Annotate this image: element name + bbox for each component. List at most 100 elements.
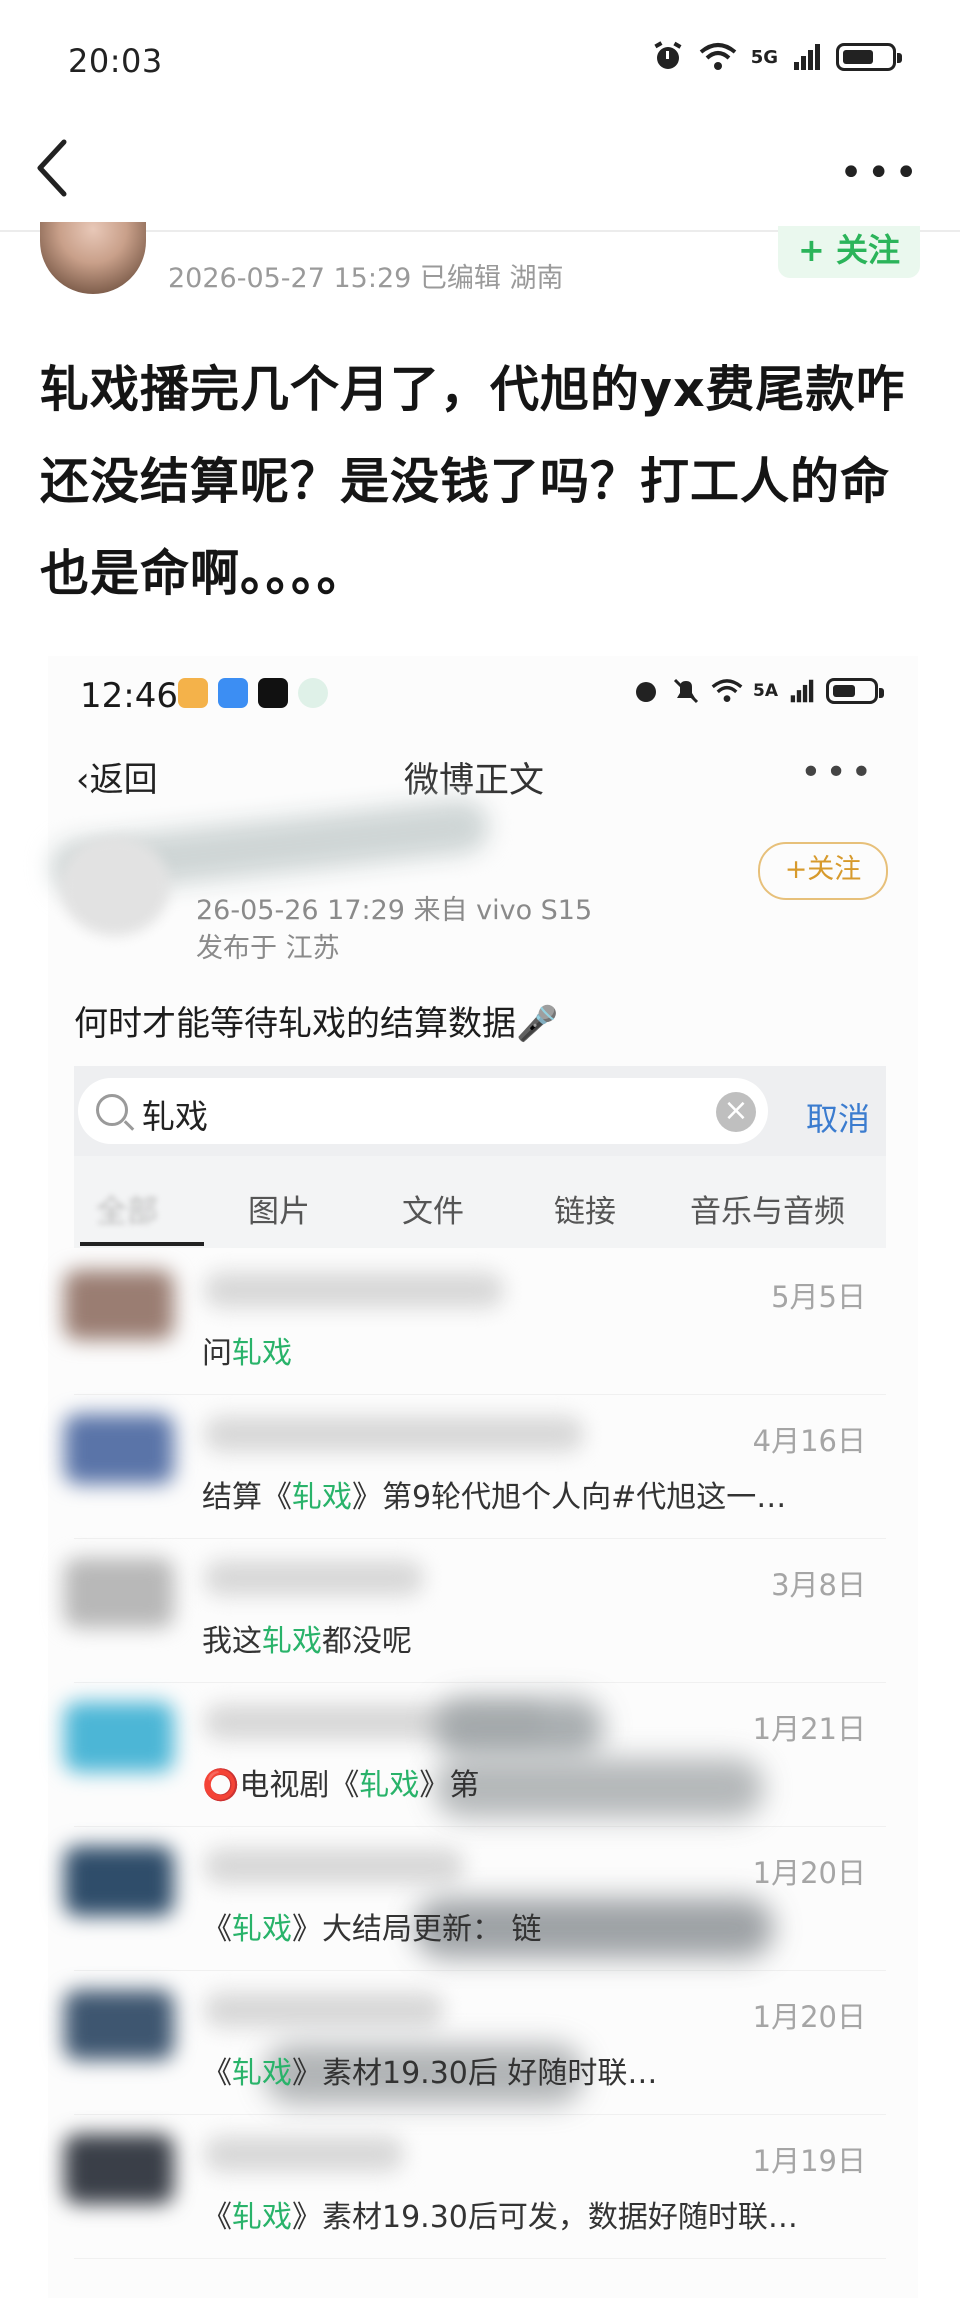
active-tab-indicator: [80, 1242, 204, 1246]
weibo-app-icon: [178, 678, 208, 708]
blur-smudge: [434, 1758, 764, 1818]
clear-icon[interactable]: ×: [716, 1092, 756, 1132]
chevron-left-icon: ‹: [76, 760, 90, 800]
result-text: 结算《轧戏》第9轮代旭个人向#代旭这一…: [202, 1472, 786, 1516]
battery-icon: [836, 43, 902, 71]
result-suffix: 都没呢: [322, 1624, 412, 1659]
result-keyword: 轧戏: [359, 1768, 420, 1803]
result-text: 《轧戏》素材19.30后 好随时联…: [202, 2048, 657, 2092]
result-prefix: 结算《: [202, 1480, 292, 1515]
result-thumbnail: [64, 1558, 174, 1628]
nav-bar: [0, 118, 960, 232]
embedded-network-label: 5A: [753, 681, 778, 701]
result-prefix: 《: [202, 2056, 232, 2091]
cancel-button[interactable]: 取消: [806, 1094, 870, 1140]
search-result-row[interactable]: 4月16日 结算《轧戏》第9轮代旭个人向#代旭这一…: [64, 1394, 886, 1539]
result-thumbnail: [64, 1846, 174, 1916]
embedded-back-button[interactable]: ‹返回: [76, 752, 158, 801]
tab-files[interactable]: 文件: [402, 1186, 464, 1231]
blurred-sender: [204, 2136, 404, 2172]
wifi-app-icon: [218, 678, 248, 708]
result-text: 《轧戏》大结局更新： 链: [202, 1904, 542, 1948]
result-suffix: 》第: [419, 1768, 480, 1803]
tab-music-audio[interactable]: 音乐与音频: [690, 1186, 845, 1231]
result-thumbnail: [64, 1414, 174, 1484]
result-keyword: 轧戏: [262, 1624, 322, 1659]
embedded-post-meta: 26-05-26 17:29 来自 vivo S15 发布于 江苏: [196, 892, 592, 968]
embedded-avatar[interactable]: [60, 836, 170, 936]
status-time: 20:03: [68, 42, 163, 80]
search-result-row[interactable]: 1月20日 《轧戏》素材19.30后 好随时联…: [64, 1970, 886, 2115]
result-keyword: 轧戏: [232, 2200, 292, 2235]
result-thumbnail: [64, 1990, 174, 2060]
result-keyword: 轧戏: [292, 1480, 352, 1515]
blurred-sender: [204, 1416, 584, 1452]
result-thumbnail: [64, 1270, 174, 1340]
search-icon: [96, 1094, 128, 1126]
tab-links[interactable]: 链接: [554, 1186, 616, 1231]
result-date: 1月19日: [752, 2144, 866, 2178]
result-text: 问轧戏: [202, 1328, 292, 1372]
microphone-emoji-icon: 🎤: [516, 1004, 559, 1044]
blurred-sender: [204, 1848, 464, 1884]
search-result-row[interactable]: 1月21日 ⭕电视剧《轧戏》第: [64, 1682, 886, 1827]
embedded-date-line: 26-05-26 17:29 来自 vivo S15: [196, 895, 593, 926]
result-date: 1月21日: [752, 1712, 866, 1746]
author-avatar[interactable]: [40, 222, 146, 294]
tab-images[interactable]: 图片: [248, 1186, 310, 1231]
post-meta: 2026-05-27 15:29 已编辑 湖南: [168, 263, 564, 294]
battery-icon: [826, 678, 884, 704]
result-prefix: ⭕电视剧《: [202, 1768, 360, 1803]
misc-app-icon: [298, 678, 328, 708]
result-date: 1月20日: [752, 1856, 866, 1890]
result-thumbnail: [64, 1702, 174, 1772]
embedded-more-button[interactable]: •••: [800, 752, 876, 793]
result-prefix: 问: [202, 1336, 232, 1371]
result-prefix: 《: [202, 2200, 232, 2235]
result-thumbnail: [64, 2134, 174, 2204]
result-suffix: 》素材19.30后可发，数据好随时联…: [292, 2200, 798, 2235]
search-value[interactable]: 轧戏: [142, 1090, 208, 1138]
more-button[interactable]: •••: [839, 150, 922, 196]
alarm-icon: [654, 41, 682, 69]
status-icons: 5G: [651, 40, 902, 74]
result-prefix: 《: [202, 1912, 232, 1947]
tiktok-app-icon: [258, 678, 288, 708]
result-suffix: 》素材19.30后 好随时联…: [292, 2056, 658, 2091]
wifi-icon: [699, 43, 736, 70]
alarm-icon: [636, 682, 656, 702]
mute-icon: [673, 678, 699, 704]
result-keyword: 轧戏: [232, 1912, 292, 1947]
tab-all[interactable]: 全部: [96, 1186, 158, 1231]
signal-icon: [790, 679, 814, 703]
wifi-icon: [711, 679, 743, 702]
result-date: 4月16日: [752, 1424, 866, 1458]
result-date: 3月8日: [771, 1568, 866, 1602]
embedded-status-time: 12:46: [80, 676, 178, 716]
search-result-row[interactable]: 3月8日 我这轧戏都没呢: [64, 1538, 886, 1683]
embedded-follow-button[interactable]: +关注: [758, 842, 888, 900]
signal-icon: [794, 44, 820, 70]
embedded-location-line: 发布于 江苏: [196, 933, 340, 964]
embedded-app-icons: [178, 678, 328, 708]
embedded-status-icons: 5A: [631, 676, 884, 706]
follow-button[interactable]: + 关注: [778, 226, 920, 278]
chevron-left-icon: [37, 139, 67, 197]
embedded-back-label: 返回: [89, 760, 158, 800]
result-date: 5月5日: [771, 1280, 866, 1314]
result-text: 《轧戏》素材19.30后可发，数据好随时联…: [202, 2192, 798, 2236]
blurred-sender: [204, 1560, 424, 1596]
blurred-sender: [204, 1992, 444, 2028]
search-result-row[interactable]: 1月19日 《轧戏》素材19.30后可发，数据好随时联…: [64, 2114, 886, 2259]
embedded-post-text: 何时才能等待轧戏的结算数据🎤: [74, 996, 558, 1045]
embedded-question-text: 何时才能等待轧戏的结算数据: [74, 1004, 516, 1044]
result-keyword: 轧戏: [232, 1336, 292, 1371]
result-suffix: 》大结局更新： 链: [292, 1912, 542, 1947]
back-button[interactable]: [32, 138, 82, 198]
search-result-row[interactable]: 1月20日 《轧戏》大结局更新： 链: [64, 1826, 886, 1971]
result-suffix: 》第9轮代旭个人向#代旭这一…: [352, 1480, 787, 1515]
search-result-row[interactable]: 5月5日 问轧戏: [64, 1250, 886, 1395]
network-label: 5G: [750, 46, 778, 68]
result-prefix: 我这: [202, 1624, 262, 1659]
blurred-sender: [204, 1272, 504, 1308]
